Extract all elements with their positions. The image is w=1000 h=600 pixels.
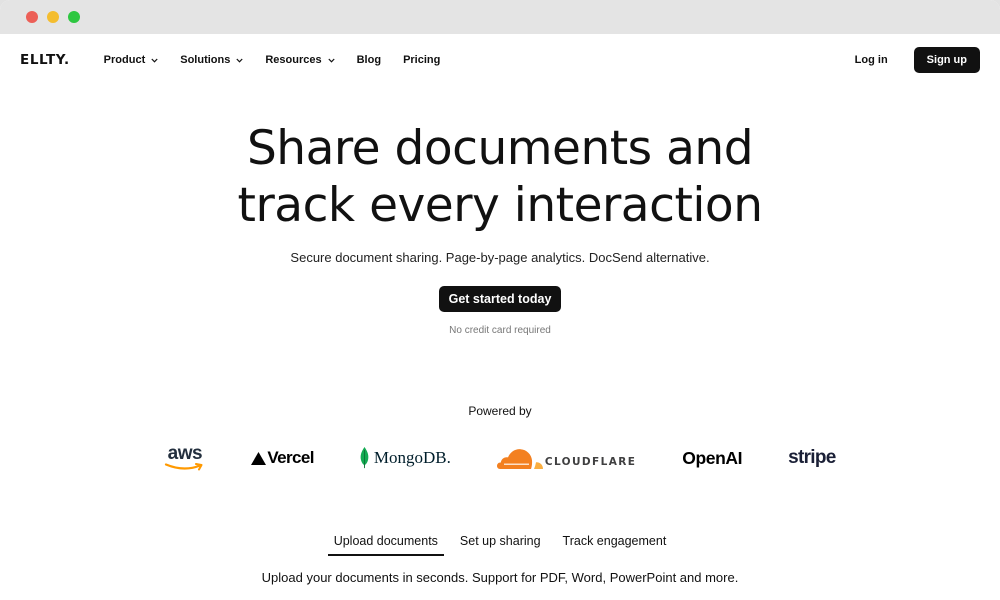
vercel-triangle-icon — [251, 451, 267, 465]
mongodb-leaf-icon — [360, 447, 369, 469]
browser-window: ELLTY. Product Solutions Resources Blog … — [0, 0, 1000, 600]
cloudflare-logo: CLOUDFLARE — [496, 448, 637, 469]
top-nav: ELLTY. Product Solutions Resources Blog … — [0, 34, 1000, 86]
login-link[interactable]: Log in — [855, 54, 888, 66]
aws-smile-icon — [165, 463, 203, 471]
stripe-logo: stripe — [788, 447, 836, 469]
nav-item-resources[interactable]: Resources — [265, 54, 335, 66]
tab-description: Upload your documents in seconds. Suppor… — [261, 570, 739, 585]
aws-logo: aws — [164, 443, 205, 471]
close-window-button[interactable] — [26, 11, 38, 23]
openai-logo-text: OpenAI — [682, 447, 743, 468]
openai-logo: OpenAI — [682, 448, 742, 469]
mongodb-logo-text: MongoDB. — [373, 448, 451, 467]
nav-item-solutions[interactable]: Solutions — [180, 54, 243, 66]
tab-upload-documents[interactable]: Upload documents — [327, 534, 444, 556]
chevron-down-icon — [151, 58, 158, 63]
title-bar — [0, 0, 1000, 34]
maximize-window-button[interactable] — [68, 11, 80, 23]
hero-headline: Share documents and track every interact… — [0, 120, 1000, 234]
hero-section: Share documents and track every interact… — [0, 120, 1000, 336]
headline-line-2: track every interaction — [237, 178, 763, 233]
aws-logo-text: aws — [167, 443, 203, 464]
vercel-logo: Vercel — [251, 448, 314, 468]
headline-line-1: Share documents and — [246, 121, 754, 176]
no-credit-card-note: No credit card required — [449, 325, 551, 336]
feature-tabs: Upload documents Set up sharing Track en… — [0, 534, 1000, 556]
tab-track-engagement[interactable]: Track engagement — [557, 534, 673, 556]
tab-set-up-sharing[interactable]: Set up sharing — [454, 534, 547, 556]
cloudflare-logo-text: CLOUDFLARE — [544, 455, 637, 468]
cloudflare-cloud-icon — [496, 448, 543, 469]
stripe-logo-text: stripe — [788, 447, 836, 468]
nav-item-label: Blog — [356, 54, 382, 66]
nav-menu: Product Solutions Resources Blog Pricing — [104, 54, 463, 66]
nav-item-pricing[interactable]: Pricing — [403, 54, 440, 66]
nav-item-label: Product — [103, 54, 146, 66]
nav-item-label: Solutions — [180, 54, 231, 66]
mongodb-logo: MongoDB. — [360, 447, 451, 469]
partner-logos: aws Vercel MongoDB. CLOUDFLARE OpenAI st… — [0, 438, 1000, 478]
powered-by-label: Powered by — [468, 404, 532, 418]
nav-item-label: Resources — [265, 54, 322, 66]
hero-subtitle: Secure document sharing. Page-by-page an… — [290, 250, 710, 265]
nav-item-product[interactable]: Product — [104, 54, 159, 66]
logo[interactable]: ELLTY. — [20, 52, 70, 68]
nav-item-label: Pricing — [403, 54, 441, 66]
nav-item-blog[interactable]: Blog — [357, 54, 381, 66]
chevron-down-icon — [236, 58, 243, 63]
chevron-down-icon — [327, 58, 335, 63]
get-started-button[interactable]: Get started today — [438, 286, 562, 312]
vercel-logo-text: Vercel — [267, 448, 314, 467]
signup-button[interactable]: Sign up — [913, 47, 980, 73]
nav-actions: Log in Sign up — [855, 47, 980, 73]
minimize-window-button[interactable] — [47, 11, 59, 23]
